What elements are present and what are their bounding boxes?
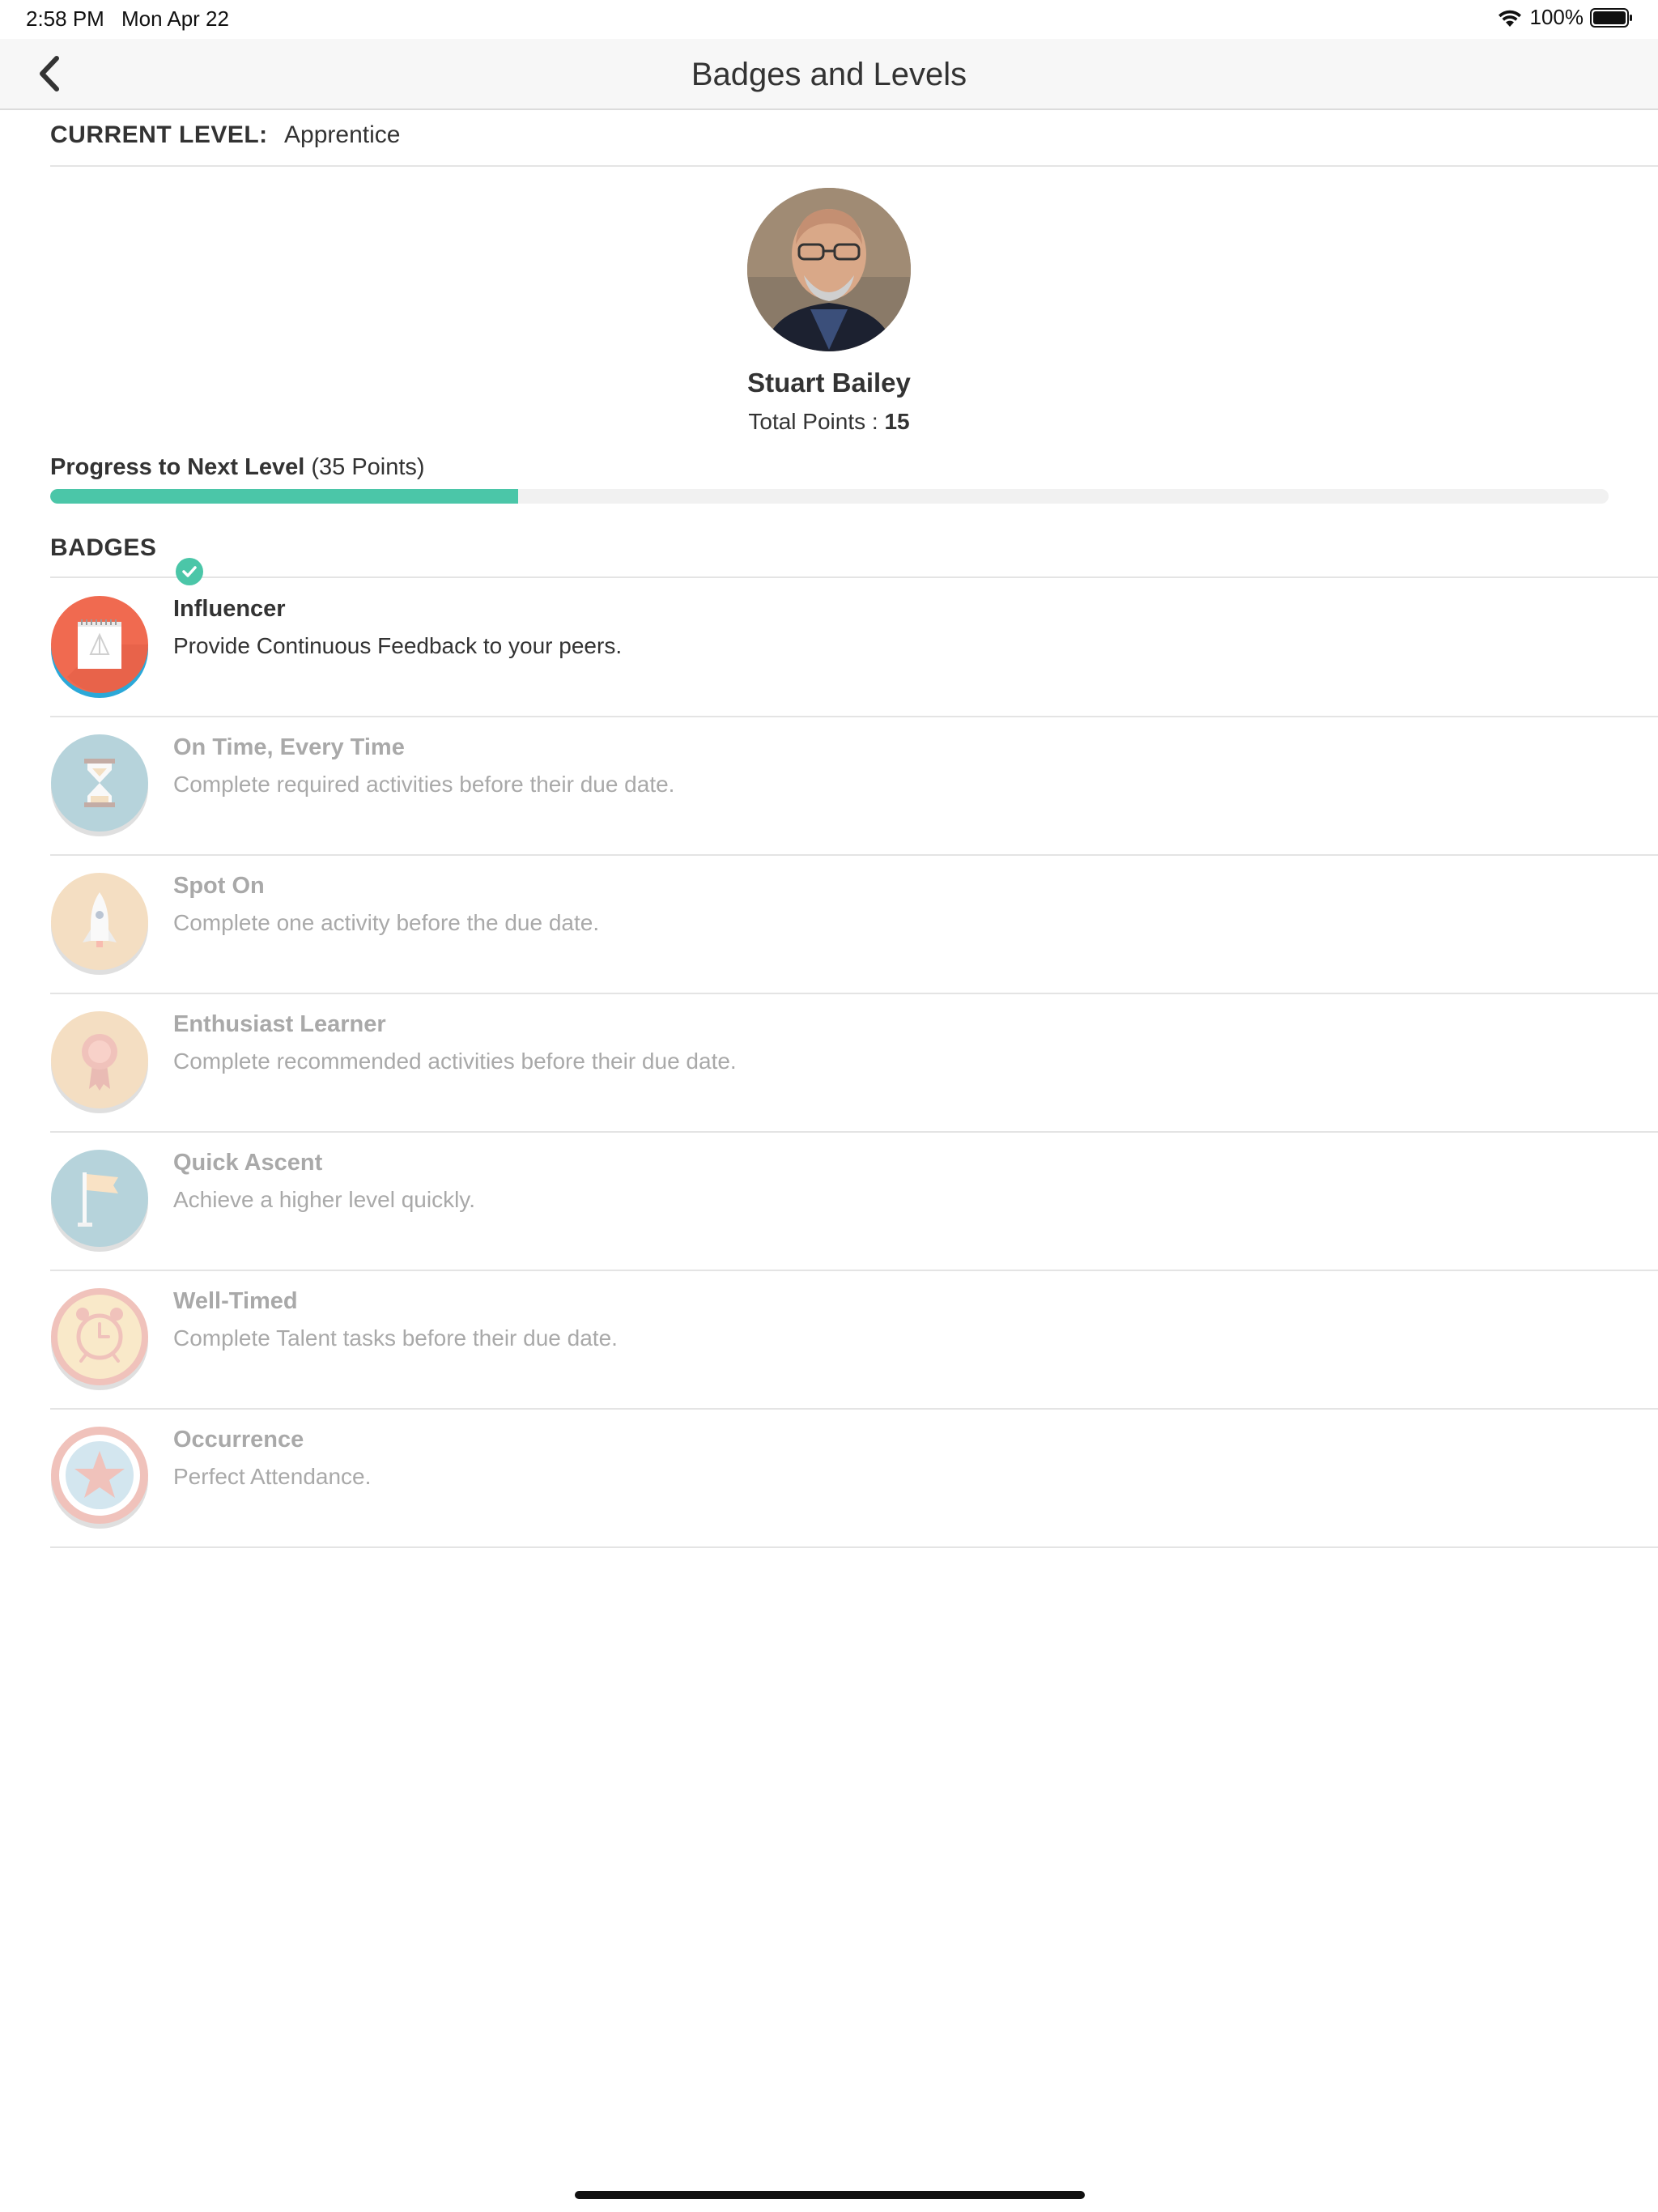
badge-row-enthusiast-learner[interactable]: Enthusiast Learner Complete recommended …: [50, 993, 1658, 1133]
badge-description: Achieve a higher level quickly.: [173, 1187, 476, 1212]
wifi-icon: [1498, 10, 1521, 27]
badge-row-on-time[interactable]: On Time, Every Time Complete required ac…: [50, 717, 1658, 856]
battery-percent: 100%: [1529, 5, 1584, 29]
badge-description: Provide Continuous Feedback to your peer…: [173, 633, 623, 658]
badge-row-well-timed[interactable]: Well-Timed Complete Talent tasks before …: [50, 1270, 1658, 1410]
badge-title: Occurrence: [173, 1427, 304, 1453]
navigation-bar: Badges and Levels: [0, 39, 1658, 110]
badge-description: Complete one activity before the due dat…: [173, 910, 600, 935]
rocket-icon: [50, 873, 149, 980]
badge-title: Spot On: [173, 873, 265, 899]
badge-row-quick-ascent[interactable]: Quick Ascent Achieve a higher level quic…: [50, 1132, 1658, 1271]
badge-description: Complete required activities before thei…: [173, 772, 675, 797]
badge-title: On Time, Every Time: [173, 734, 405, 760]
chevron-left-icon: [40, 56, 59, 91]
status-date: Mon Apr 22: [121, 6, 229, 31]
badge-description: Complete Talent tasks before their due d…: [173, 1325, 618, 1351]
total-points-value: 15: [884, 409, 910, 434]
page-title: Badges and Levels: [691, 57, 967, 92]
badge-title: Influencer: [173, 596, 286, 622]
status-right: 100%: [1496, 5, 1635, 30]
total-points: Total Points : 15: [0, 409, 1658, 435]
status-bar: 2:58 PM Mon Apr 22 100%: [0, 0, 1658, 39]
user-name: Stuart Bailey: [747, 368, 911, 398]
hourglass-icon: [50, 734, 149, 841]
status-time: 2:58 PM: [26, 6, 104, 31]
progress-bar-fill: [50, 489, 518, 504]
alarm-clock-icon: [50, 1288, 149, 1395]
home-indicator[interactable]: [575, 2191, 1085, 2199]
progress-label: Progress to Next Level (35 Points): [50, 454, 425, 481]
back-button[interactable]: [32, 53, 68, 94]
badge-title: Enthusiast Learner: [173, 1011, 386, 1037]
badge-row-influencer[interactable]: Influencer Provide Continuous Feedback t…: [50, 578, 1658, 717]
current-level: CURRENT LEVEL: Apprentice: [50, 121, 400, 149]
progress-bar: [50, 489, 1609, 504]
medal-icon: [50, 1011, 149, 1118]
notepad-icon: [50, 596, 149, 703]
badge-row-occurrence[interactable]: Occurrence Perfect Attendance.: [50, 1409, 1658, 1548]
progress-title: Progress to Next Level: [50, 454, 305, 480]
current-level-label: CURRENT LEVEL:: [50, 121, 268, 148]
badge-description: Perfect Attendance.: [173, 1464, 372, 1489]
flag-icon: [50, 1150, 149, 1257]
badges-header: BADGES: [50, 534, 157, 561]
total-points-label: Total Points :: [748, 409, 885, 434]
current-level-value: Apprentice: [284, 121, 401, 148]
divider: [50, 165, 1658, 167]
badge-description: Complete recommended activities before t…: [173, 1049, 737, 1074]
avatar: [747, 188, 911, 351]
badge-row-spot-on[interactable]: Spot On Complete one activity before the…: [50, 855, 1658, 994]
star-icon: [50, 1427, 149, 1534]
badge-title: Quick Ascent: [173, 1150, 323, 1176]
badge-title: Well-Timed: [173, 1288, 298, 1314]
progress-points: (35 Points): [311, 454, 425, 480]
battery-icon: [1590, 7, 1632, 28]
